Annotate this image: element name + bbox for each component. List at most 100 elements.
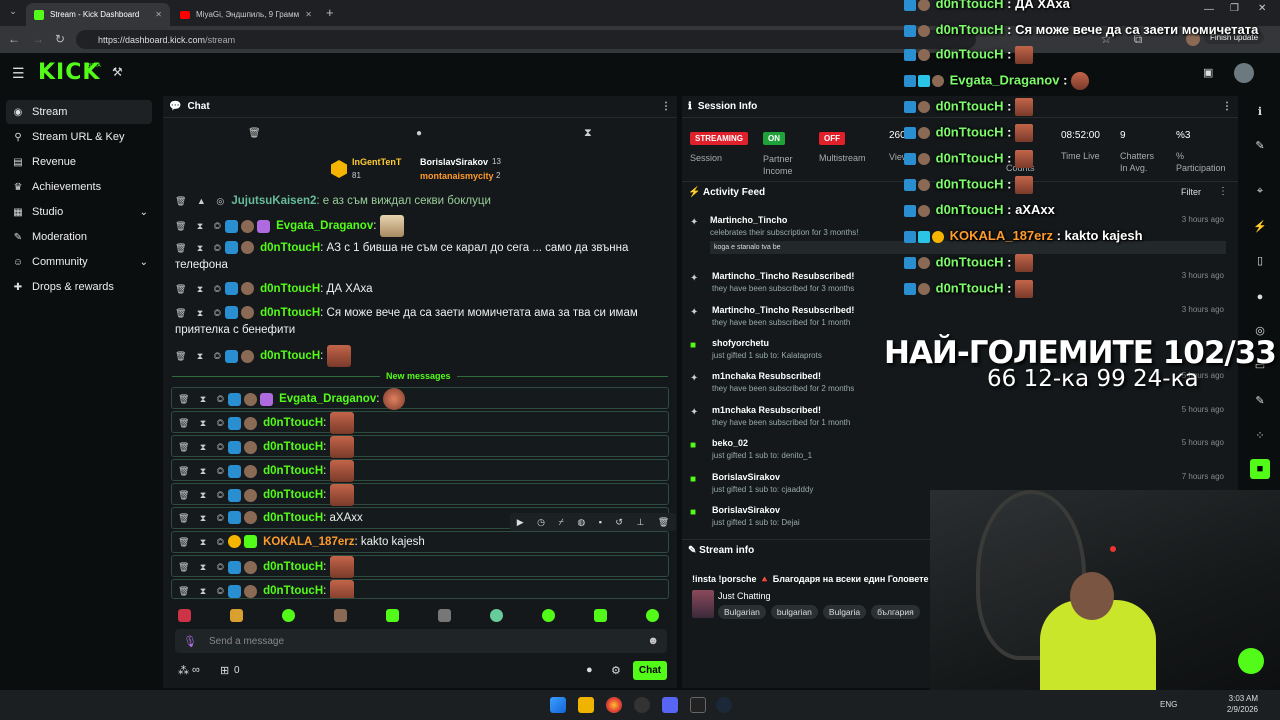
chat-username[interactable]: d0nTtoucH (263, 441, 323, 453)
tag[interactable]: bulgarian (770, 605, 818, 619)
trash-icon[interactable]: 🗑 (248, 128, 261, 139)
chat-username[interactable]: d0nTtoucH (263, 585, 323, 597)
chat-message[interactable]: 🗑 ▲ ◎ JujutsuKaisen2: е аз съм виждал се… (175, 193, 667, 209)
chat-message-new[interactable]: 🗑 ⧗ ◎ d0nTtoucH: (171, 579, 669, 599)
emote-icon[interactable] (386, 609, 399, 622)
chat-input[interactable]: 🎙 Send a message ☻ (175, 629, 667, 653)
maximize-icon[interactable]: ❐ (1230, 3, 1239, 14)
tag[interactable]: българия (871, 605, 920, 619)
filter-button[interactable]: Filter (1181, 187, 1201, 197)
chat-message-new[interactable]: 🗑 ⧗ ◎ Evgata_Draganov: (171, 387, 669, 410)
sidebar-item-stream[interactable]: ◉ Stream (6, 100, 152, 124)
mod-action-icons[interactable]: 🗑 ⧗ ◎ (175, 308, 225, 318)
chat-message-new[interactable]: 🗑 ⧗ ◎ KOKALA_187erz: kakto kajesh (171, 531, 669, 553)
chat-username[interactable]: JujutsuKaisen2 (231, 195, 316, 207)
mod-action-icons[interactable]: 🗑 ▲ ◎ (175, 196, 228, 206)
chat-username[interactable]: KOKALA_187erz (263, 536, 354, 548)
chat-username[interactable]: d0nTtoucH (263, 489, 323, 501)
language-indicator[interactable]: ENG (1160, 700, 1177, 709)
window-close-icon[interactable]: ✕ (1258, 3, 1266, 14)
mod-action-icons[interactable]: 🗑 ⧗ ◎ (178, 418, 228, 428)
bolt-icon[interactable]: ⚡ (1250, 217, 1270, 237)
chat-message-new[interactable]: 🗑 ⧗ ◎ d0nTtoucH: (171, 555, 669, 578)
tab-search-icon[interactable]: ⌄ (6, 6, 20, 20)
settings-gear-icon[interactable]: ⚙ (611, 664, 621, 677)
emote-icon[interactable] (230, 609, 243, 622)
timeout-icon[interactable]: ◷ (537, 517, 545, 528)
tab-kick-dashboard[interactable]: Stream - Kick Dashboard ✕ (26, 3, 170, 26)
apps-icon[interactable]: ⁘ (1250, 426, 1270, 446)
chat-message[interactable]: 🗑 ⧗ ◎ d0nTtoucH: АЗ с 1 бивша не съм се … (175, 240, 667, 274)
chat-message[interactable]: 🗑 ⧗ ◎ Evgata_Draganov: (175, 215, 667, 237)
sidebar-item-stream-url-key[interactable]: ⚲ Stream URL & Key (6, 125, 152, 149)
microphone-icon[interactable]: 🎙 (183, 635, 197, 648)
chat-username[interactable]: d0nTtoucH (263, 561, 323, 573)
reload-icon[interactable]: ↻ (52, 31, 68, 47)
leader-name[interactable]: BorislavSirakov (420, 157, 488, 167)
mod-action-icons[interactable]: 🗑 ⧗ ◎ (178, 490, 228, 500)
moderator-view-icon[interactable]: ▣ (1203, 66, 1213, 79)
chat-username[interactable]: Evgata_Draganov (276, 220, 373, 232)
chat-icon[interactable]: ● (1250, 287, 1270, 307)
leader-name[interactable]: montanaismycity (420, 171, 494, 181)
chat-username[interactable]: d0nTtoucH (260, 283, 320, 295)
emote-icon[interactable] (646, 609, 659, 622)
wrench-icon[interactable]: ✎ (1250, 391, 1270, 411)
chat-message[interactable]: 🗑 ⧗ ◎ d0nTtoucH: Ся може вече да са зает… (175, 305, 667, 339)
close-icon[interactable]: ✕ (155, 10, 162, 19)
delete-icon[interactable]: 🗑 (658, 517, 669, 528)
more-options-icon[interactable]: ⋮ (1218, 186, 1228, 197)
chat-message[interactable]: 🗑 ⧗ ◎ d0nTtoucH: (175, 345, 667, 367)
mod-action-icons[interactable]: 🗑 ⧗ ◎ (178, 513, 228, 523)
points-icon[interactable]: ⁂ (178, 664, 189, 677)
tab-youtube[interactable]: MiyaGi, Эндшпиль, 9 Грамм ✕ (172, 3, 320, 26)
category-name[interactable]: Just Chatting (718, 591, 771, 601)
stream-title[interactable]: !insta !porsche 🔺 Благодаря на всеки еди… (692, 574, 930, 585)
chat-username[interactable]: d0nTtoucH (263, 417, 323, 429)
edit-icon[interactable]: ✎ (1250, 136, 1270, 156)
discord-icon[interactable] (662, 697, 678, 713)
tag[interactable]: Bulgarian (718, 605, 766, 619)
forward-icon[interactable]: → (30, 31, 46, 47)
mod-action-icons[interactable]: 🗑 ⧗ ◎ (178, 537, 228, 547)
windows-start-icon[interactable] (550, 697, 566, 713)
emote-icon[interactable] (334, 609, 347, 622)
mod-action-icons[interactable]: 🗑 ⧗ ◎ (175, 221, 225, 231)
more-options-icon[interactable]: ⋮ (1222, 101, 1232, 112)
file-explorer-icon[interactable] (578, 697, 594, 713)
send-chat-button[interactable]: Chat (633, 661, 667, 680)
mod-action-icons[interactable]: 🗑 ⧗ ◎ (175, 243, 225, 253)
focus-icon[interactable]: ⌖ (1250, 181, 1270, 201)
emote-icon[interactable] (490, 609, 503, 622)
emote-icon[interactable] (282, 609, 295, 622)
sidebar-item-revenue[interactable]: ▤ Revenue (6, 150, 152, 174)
mod-action-icons[interactable]: 🗑 ⧗ ◎ (178, 394, 228, 404)
back-icon[interactable]: ← (6, 31, 22, 47)
copy-icon[interactable]: ▪ (599, 517, 602, 527)
hourglass-icon[interactable]: ⧗ (584, 127, 592, 140)
minimize-icon[interactable]: — (1204, 4, 1214, 15)
mod-action-icons[interactable]: 🗑 ⧗ ◎ (178, 466, 228, 476)
chat-username[interactable]: d0nTtoucH (260, 242, 320, 254)
document-icon[interactable]: ▯ (1250, 251, 1270, 271)
clock-date[interactable]: 2/9/2026 (1218, 705, 1258, 714)
sidebar-item-drops-rewards[interactable]: ✚ Drops & rewards (6, 275, 152, 299)
chat-message-new[interactable]: 🗑 ⧗ ◎ d0nTtoucH: (171, 483, 669, 506)
sidebar-item-community[interactable]: ☺ Community ⌄ (6, 250, 152, 274)
sidebar-item-studio[interactable]: ▦ Studio ⌄ (6, 200, 152, 224)
emote-icon[interactable] (178, 609, 191, 622)
hammer-icon[interactable]: ⚒ (112, 65, 123, 79)
top-gifter-name[interactable]: InGentTenT (352, 157, 401, 167)
chat-username[interactable]: Evgata_Draganov (279, 393, 376, 405)
sidebar-item-moderation[interactable]: ✎ Moderation (6, 225, 152, 249)
emoji-icon[interactable]: ☻ (647, 635, 659, 647)
chat-bubble-icon[interactable]: ● (586, 664, 593, 676)
chrome-icon[interactable] (606, 697, 622, 713)
chat-username[interactable]: d0nTtoucH (263, 465, 323, 477)
activity-item[interactable]: ■ beko_02 just gifted 1 sub to: denito_1 … (690, 438, 1230, 466)
pin-icon[interactable]: ⊥ (636, 517, 644, 528)
chat-username[interactable]: d0nTtoucH (263, 512, 323, 524)
chat-username[interactable]: d0nTtoucH (260, 350, 320, 362)
play-icon[interactable]: ▶ (517, 517, 524, 528)
activity-item[interactable]: ✦ m1nchaka Resubscribed! they have been s… (690, 405, 1230, 433)
